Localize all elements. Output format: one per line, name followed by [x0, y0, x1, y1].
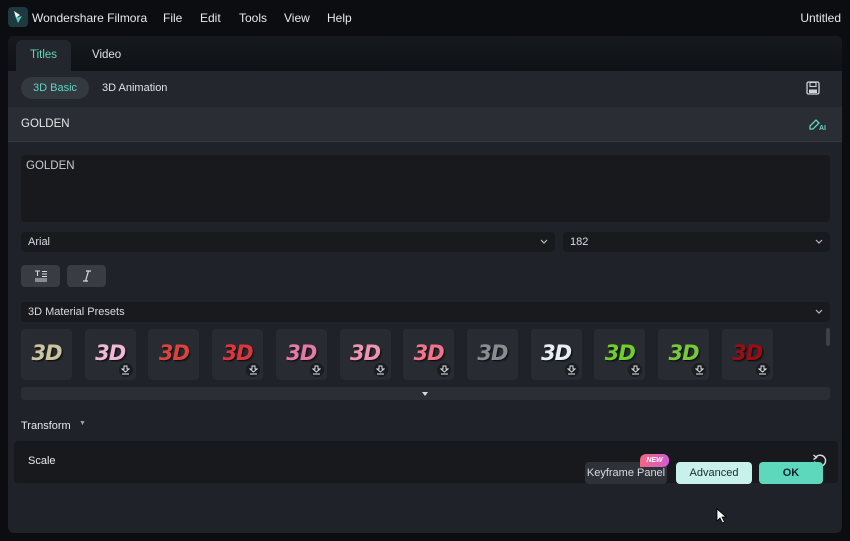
preset-thumbnail-label: 3D: [158, 341, 190, 365]
menu-file[interactable]: File: [163, 11, 182, 25]
italic-icon: [82, 270, 91, 282]
material-preset-green-grass[interactable]: 3D: [658, 329, 709, 380]
tab-video[interactable]: Video: [78, 40, 135, 71]
preset-thumbnail-label: 3D: [222, 341, 254, 365]
app-name: Wondershare Filmora: [32, 11, 148, 25]
preset-thumbnail-label: 3D: [95, 341, 126, 365]
transform-section-label[interactable]: Transform: [21, 420, 71, 432]
material-presets-select[interactable]: 3D Material Presets: [21, 302, 830, 322]
subtab-bar: 3D Basic 3D Animation: [8, 71, 842, 107]
scale-label: Scale: [28, 455, 56, 467]
material-preset-red-grid[interactable]: 3D: [212, 329, 264, 380]
download-icon[interactable]: [564, 363, 579, 377]
material-preset-green-lime[interactable]: 3D: [594, 329, 646, 380]
caret-down-icon: [422, 392, 428, 396]
download-icon[interactable]: [246, 363, 261, 377]
preset-thumbnail-label: 3D: [732, 341, 763, 365]
chevron-down-icon: [540, 239, 548, 244]
title-bar: Wondershare Filmora File Edit Tools View…: [0, 0, 850, 36]
download-icon[interactable]: [755, 363, 770, 377]
preset-thumbnail-label: 3D: [31, 341, 62, 365]
font-family-select[interactable]: Arial: [21, 232, 555, 252]
download-icon[interactable]: [118, 363, 133, 377]
ai-edit-icon[interactable]: AI: [808, 117, 828, 132]
svg-text:AI: AI: [819, 125, 826, 131]
material-preset-rose-soft[interactable]: 3D: [339, 329, 391, 380]
filmora-logo-icon: [8, 7, 28, 27]
document-title: Untitled: [800, 11, 841, 25]
tab-titles[interactable]: Titles: [16, 40, 72, 71]
preset-thumbnail-label: 3D: [604, 341, 636, 365]
font-family-value: Arial: [28, 236, 51, 248]
material-preset-pink-bubble[interactable]: 3D: [275, 329, 327, 380]
menu-tools[interactable]: Tools: [239, 11, 267, 25]
material-preset-grey-metal[interactable]: 3D: [466, 329, 518, 380]
text-align-button[interactable]: [21, 265, 60, 287]
preset-scrollbar[interactable]: [826, 328, 830, 346]
download-icon[interactable]: [309, 363, 324, 377]
italic-button[interactable]: [67, 265, 106, 287]
title-settings-dialog: Titles Video 3D Basic 3D Animation GOLDE…: [8, 36, 842, 533]
mouse-cursor-icon: [716, 508, 728, 524]
material-preset-dark-red[interactable]: 3D: [721, 329, 773, 380]
preset-thumbnail-label: 3D: [668, 341, 699, 365]
caret-down-icon[interactable]: ▼: [79, 420, 86, 427]
new-badge: NEW: [640, 454, 669, 467]
material-preset-grid: 3D 3D 3D 3D 3D 3D 3D 3D 3D 3D 3D 3D: [21, 329, 827, 381]
download-icon[interactable]: [692, 363, 706, 377]
material-preset-pink-cream[interactable]: 3D: [84, 329, 136, 380]
chevron-down-icon: [815, 309, 823, 314]
material-presets-label: 3D Material Presets: [28, 306, 125, 318]
save-preset-icon[interactable]: [806, 81, 822, 97]
text-align-icon: [34, 270, 47, 282]
chevron-down-icon: [815, 239, 823, 244]
preset-thumbnail-label: 3D: [286, 341, 317, 365]
material-preset-coral-gradient[interactable]: 3D: [403, 329, 455, 380]
expand-presets-bar[interactable]: [21, 387, 830, 400]
subtab-3d-animation[interactable]: 3D Animation: [90, 77, 179, 99]
material-preset-white-ice[interactable]: 3D: [530, 329, 582, 380]
download-icon[interactable]: [628, 363, 643, 377]
material-preset-gold-stone[interactable]: 3D: [21, 329, 72, 380]
material-preset-red-glossy[interactable]: 3D: [148, 329, 200, 380]
font-size-value: 182: [570, 236, 589, 248]
font-size-select[interactable]: 182: [563, 232, 830, 252]
advanced-button[interactable]: Advanced: [676, 462, 752, 484]
preset-thumbnail-label: 3D: [477, 341, 508, 365]
preset-thumbnail-label: 3D: [413, 341, 445, 365]
ok-button[interactable]: OK: [759, 462, 823, 484]
section-title: GOLDEN: [21, 118, 70, 130]
section-header: GOLDEN AI: [8, 107, 842, 142]
tab-bar: Titles Video: [8, 36, 842, 71]
download-icon[interactable]: [437, 363, 452, 377]
subtab-3d-basic[interactable]: 3D Basic: [21, 77, 90, 99]
title-text-input[interactable]: GOLDEN: [21, 155, 830, 222]
menu-edit[interactable]: Edit: [200, 11, 221, 25]
preset-thumbnail-label: 3D: [541, 341, 572, 365]
menu-help[interactable]: Help: [327, 11, 352, 25]
preset-thumbnail-label: 3D: [349, 341, 381, 365]
download-icon[interactable]: [373, 363, 388, 377]
menu-view[interactable]: View: [284, 11, 310, 25]
